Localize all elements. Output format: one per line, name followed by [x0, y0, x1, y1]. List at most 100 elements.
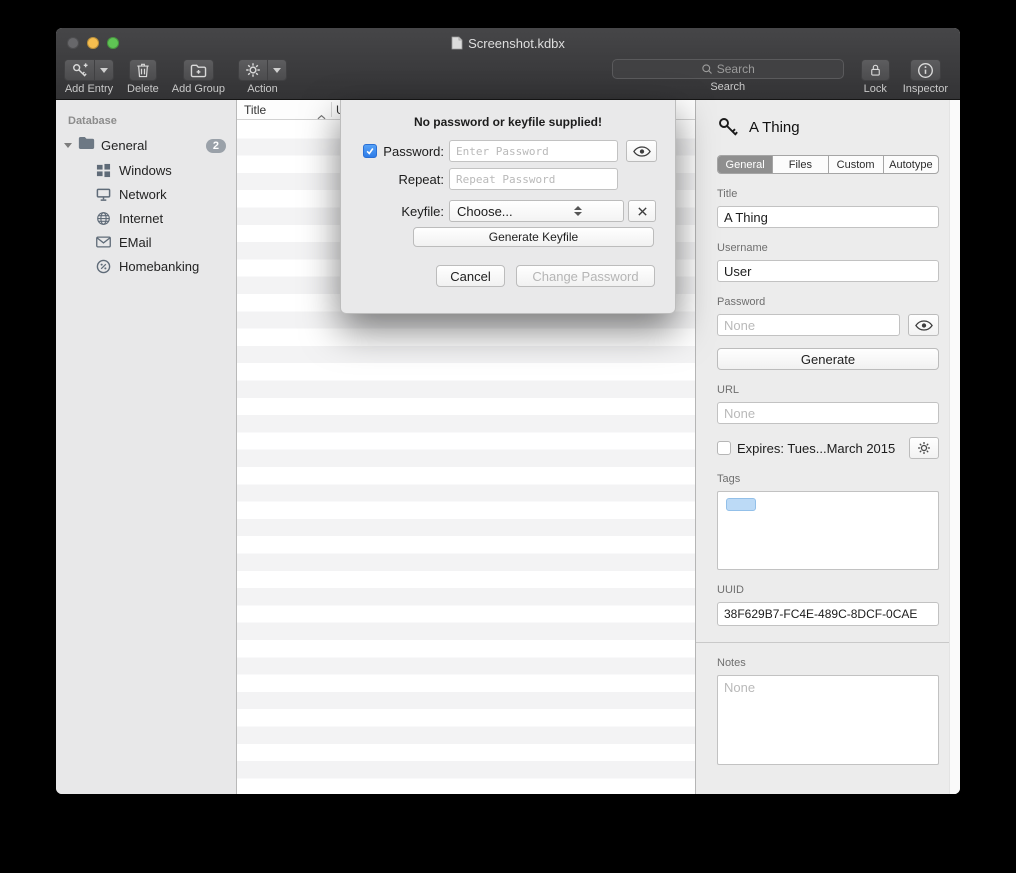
uuid-field-label: UUID [717, 584, 939, 596]
action-button[interactable] [238, 59, 287, 81]
tab-general[interactable]: General [718, 156, 772, 173]
clear-keyfile-button[interactable] [628, 200, 656, 222]
column-divider[interactable] [331, 102, 332, 117]
toolbar-item-lock: Lock [861, 59, 890, 95]
keyfile-popup[interactable]: Choose... [449, 200, 624, 222]
toolbar-item-search: Search Search [612, 59, 844, 93]
column-header-title[interactable]: Title [237, 103, 266, 117]
generate-password-button[interactable]: Generate [717, 348, 939, 370]
titlebar[interactable]: Screenshot.kdbx [56, 28, 960, 58]
gear-icon [239, 60, 267, 80]
title-field[interactable] [717, 206, 939, 228]
sidebar-item-windows[interactable]: Windows [56, 158, 236, 182]
toolbar-item-inspector: Inspector [903, 59, 948, 95]
show-password-button[interactable] [626, 140, 657, 162]
generate-keyfile-button[interactable]: Generate Keyfile [413, 227, 654, 247]
sidebar-item-network[interactable]: Network [56, 182, 236, 206]
keyfile-popup-value: Choose... [457, 204, 538, 219]
toolbar-item-add-group: Add Group [172, 59, 225, 95]
tab-files[interactable]: Files [772, 156, 827, 173]
envelope-icon [96, 236, 111, 248]
password-checkbox[interactable] [363, 144, 377, 158]
sidebar-item-homebanking[interactable]: Homebanking [56, 254, 236, 278]
monitor-icon [96, 187, 111, 202]
disclosure-triangle-icon[interactable] [64, 143, 72, 148]
sidebar-section-header: Database [68, 115, 236, 127]
cancel-button[interactable]: Cancel [436, 265, 505, 287]
trash-icon [130, 60, 156, 80]
toolbar-label: Inspector [903, 83, 948, 95]
add-entry-button[interactable] [64, 59, 114, 81]
password-row: Password: [363, 140, 675, 162]
tag-token[interactable] [726, 498, 756, 511]
toolbar-label: Delete [127, 83, 159, 95]
url-field-label: URL [717, 384, 939, 396]
inspector-tabs: General Files Custom Autotype [717, 155, 939, 174]
percent-coin-icon [96, 259, 111, 274]
generate-label: Generate [801, 352, 855, 367]
globe-icon [96, 211, 111, 226]
window-title: Screenshot.kdbx [468, 36, 565, 51]
search-input[interactable]: Search [612, 59, 844, 79]
tags-field-label: Tags [717, 473, 939, 485]
search-icon [701, 63, 713, 75]
keyfile-label: Keyfile: [381, 204, 444, 219]
expires-checkbox[interactable] [717, 441, 731, 455]
sidebar-item-internet[interactable]: Internet [56, 206, 236, 230]
repeat-password-input[interactable] [449, 168, 618, 190]
url-field[interactable] [717, 402, 939, 424]
gear-icon [917, 441, 931, 455]
tab-autotype[interactable]: Autotype [883, 156, 938, 173]
sidebar-item-label: Homebanking [119, 259, 199, 274]
repeat-label: Repeat: [381, 172, 444, 187]
notes-field[interactable] [717, 675, 939, 765]
info-icon [911, 60, 940, 80]
new-password-input[interactable] [449, 140, 618, 162]
inspector-panel: A Thing General Files Custom Autotype Ti… [695, 100, 960, 794]
show-password-button[interactable] [908, 314, 939, 336]
popup-stepper-icon [538, 206, 620, 216]
eye-icon [915, 320, 933, 331]
entry-title: A Thing [749, 119, 800, 136]
username-field[interactable] [717, 260, 939, 282]
password-label: Password: [381, 144, 444, 159]
eye-icon [633, 146, 651, 157]
sidebar-group-general[interactable]: General 2 [56, 133, 236, 158]
key-icon [717, 116, 739, 138]
app-window: Screenshot.kdbx Add Entry [56, 28, 960, 794]
lock-icon [862, 60, 889, 80]
scrollbar-track[interactable] [949, 100, 960, 794]
sidebar: Database General 2 Windows Network [56, 100, 237, 794]
key-plus-icon [65, 60, 94, 80]
toolbar-label: Lock [864, 83, 887, 95]
expires-label: Expires: Tues...March 2015 [737, 441, 895, 456]
sidebar-group-label: General [101, 138, 147, 153]
notes-field-label: Notes [717, 657, 939, 669]
password-field[interactable] [717, 314, 900, 336]
sidebar-item-email[interactable]: EMail [56, 230, 236, 254]
inspector-button[interactable] [910, 59, 941, 81]
action-dropdown[interactable] [267, 60, 286, 80]
entry-count-badge: 2 [206, 139, 226, 153]
document-icon [451, 36, 463, 50]
uuid-field[interactable] [717, 602, 939, 626]
keyfile-row: Keyfile: Choose... [363, 200, 675, 222]
close-icon [637, 206, 648, 217]
toolbar-label: Add Group [172, 83, 225, 95]
expires-settings-button[interactable] [909, 437, 939, 459]
windows-icon [96, 163, 111, 178]
toolbar-label: Add Entry [65, 83, 113, 95]
change-password-label: Change Password [532, 269, 638, 284]
change-password-button[interactable]: Change Password [516, 265, 655, 287]
dialog-actions: Cancel Change Password [341, 265, 675, 287]
toolbar: Add Entry Delete Add Group [56, 58, 960, 100]
tags-field[interactable] [717, 491, 939, 570]
tab-custom[interactable]: Custom [828, 156, 883, 173]
delete-button[interactable] [129, 59, 157, 81]
dialog-message: No password or keyfile supplied! [341, 115, 675, 129]
title-field-label: Title [717, 188, 939, 200]
add-entry-dropdown[interactable] [94, 60, 113, 80]
add-group-button[interactable] [183, 59, 214, 81]
lock-button[interactable] [861, 59, 890, 81]
toolbar-label: Search [710, 81, 745, 93]
